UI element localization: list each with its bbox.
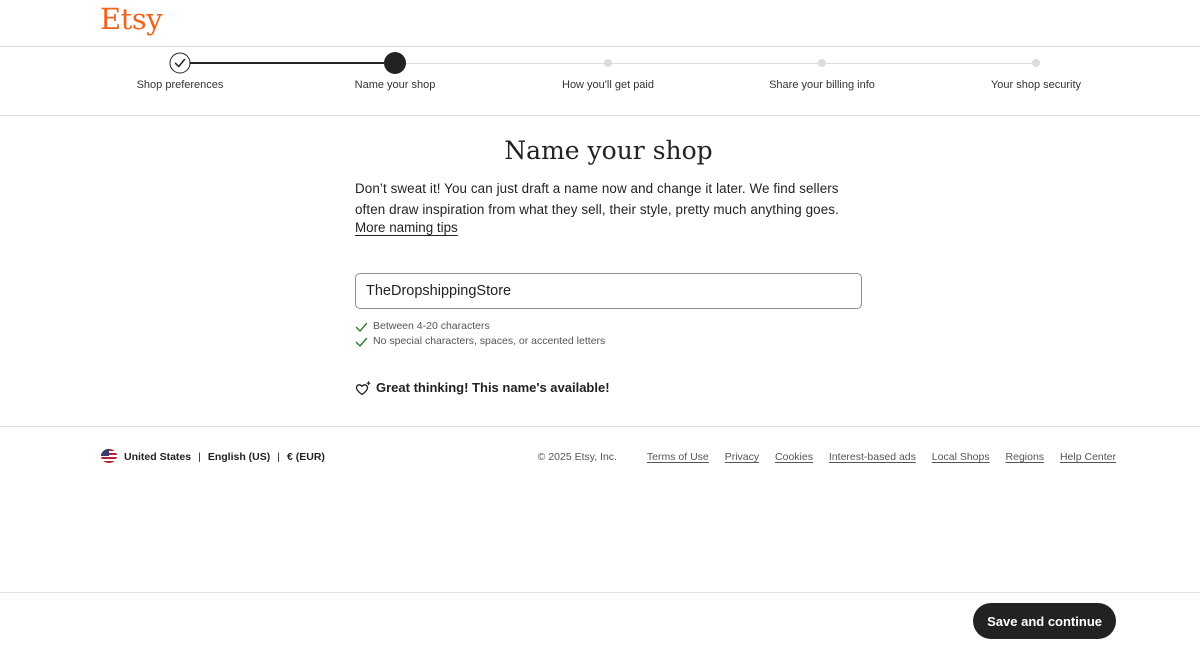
step-pending-dot [604, 59, 612, 67]
locale-text: United States | English (US) | € (EUR) [124, 451, 325, 463]
action-bar: Save and continue [0, 592, 1200, 646]
stepper-progress [180, 62, 395, 64]
availability-text: Great thinking! This name's available! [376, 380, 610, 395]
regions-link[interactable]: Regions [1006, 451, 1045, 463]
terms-of-use-link[interactable]: Terms of Use [647, 451, 709, 463]
description-line: Don’t sweat it! You can just draft a nam… [355, 181, 839, 196]
privacy-link[interactable]: Privacy [725, 451, 759, 463]
step-pending-dot [1032, 59, 1040, 67]
step-label: Your shop security [990, 79, 1082, 91]
step-label: Shop preferences [136, 79, 224, 91]
checkmark-icon [355, 322, 368, 332]
step-complete-check-icon [169, 52, 191, 74]
cookies-link[interactable]: Cookies [775, 451, 813, 463]
site-header: Etsy [0, 0, 1200, 47]
locale-separator: | [277, 451, 280, 463]
save-and-continue-button[interactable]: Save and continue [973, 603, 1116, 639]
step-label: Share your billing info [769, 79, 875, 91]
description-line: often draw inspiration from what they se… [355, 202, 839, 217]
step-current-dot [384, 52, 406, 74]
help-center-link[interactable]: Help Center [1060, 451, 1116, 463]
more-naming-tips-link[interactable]: More naming tips [355, 220, 458, 235]
shop-name-input[interactable] [355, 273, 862, 309]
page-title: Name your shop [504, 136, 713, 165]
requirement-text: Between 4-20 characters [373, 320, 490, 332]
heart-sparkle-icon [355, 381, 371, 396]
us-flag-icon [101, 449, 117, 463]
step-pending-dot [818, 59, 826, 67]
step-label: How you'll get paid [562, 79, 654, 91]
region-label: United States [124, 451, 192, 463]
currency-label: € (EUR) [287, 451, 325, 463]
site-footer: United States | English (US) | € (EUR) © 202… [0, 426, 1200, 487]
local-shops-link[interactable]: Local Shops [932, 451, 990, 463]
progress-stepper: Shop preferences Name your shop How you'… [0, 47, 1200, 116]
checkmark-icon [355, 337, 368, 347]
locale-separator: | [198, 451, 201, 463]
legal-links: © 2025 Etsy, Inc. Terms of Use Privacy C… [538, 451, 1116, 463]
interest-based-ads-link[interactable]: Interest-based ads [829, 451, 916, 463]
language-label: English (US) [207, 451, 271, 463]
page-description: Don’t sweat it! You can just draft a nam… [355, 178, 855, 220]
etsy-logo[interactable]: Etsy [100, 2, 163, 36]
step-label: Name your shop [354, 79, 436, 91]
requirement-text: No special characters, spaces, or accent… [373, 335, 606, 347]
copyright-text: © 2025 Etsy, Inc. [537, 451, 617, 463]
